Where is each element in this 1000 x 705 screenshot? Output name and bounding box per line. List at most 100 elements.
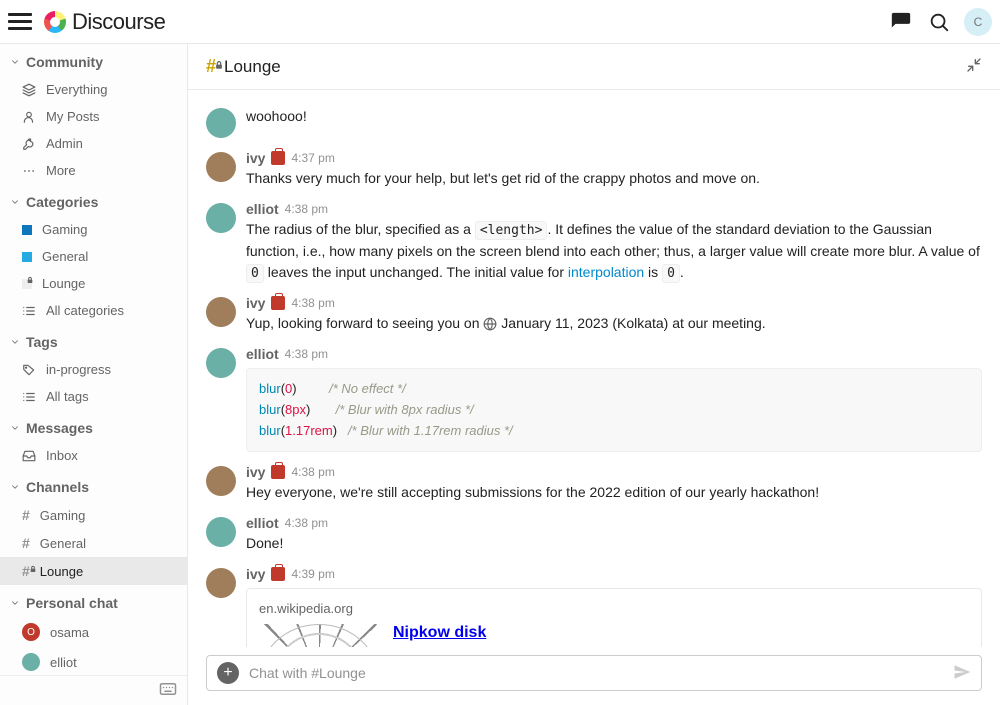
- sidebar-item-everything[interactable]: Everything: [0, 76, 187, 103]
- sidebar-all-categories[interactable]: All categories: [0, 297, 187, 324]
- text-part: is: [644, 264, 662, 280]
- sidebar-category-general[interactable]: General: [0, 243, 187, 270]
- sidebar-dm-osama[interactable]: O osama: [0, 617, 187, 647]
- current-user-avatar[interactable]: C: [964, 8, 992, 36]
- sidebar-channel-gaming[interactable]: # Gaming: [0, 501, 187, 529]
- section-channels[interactable]: Channels: [0, 469, 187, 501]
- message-header: ivy 4:39 pm: [246, 566, 982, 582]
- sidebar-channel-lounge[interactable]: # Lounge: [0, 557, 187, 585]
- section-title: Personal chat: [26, 595, 118, 611]
- chat-icon[interactable]: [888, 9, 914, 35]
- message-author[interactable]: elliot: [246, 201, 279, 217]
- text-part: .: [680, 264, 684, 280]
- message-author[interactable]: ivy: [246, 295, 265, 311]
- message-avatar[interactable]: [206, 348, 236, 378]
- message-text: The radius of the blur, specified as a <…: [246, 219, 982, 283]
- formatted-date[interactable]: January 11, 2023 (Kolkata): [501, 315, 668, 331]
- hash-lock-icon: #: [206, 56, 216, 77]
- composer-plus-button[interactable]: +: [217, 662, 239, 684]
- message-avatar[interactable]: [206, 203, 236, 233]
- sidebar-channel-general[interactable]: # General: [0, 529, 187, 557]
- message-author[interactable]: ivy: [246, 150, 265, 166]
- sidebar-item-more[interactable]: More: [0, 157, 187, 184]
- sidebar-category-gaming[interactable]: Gaming: [0, 216, 187, 243]
- message-avatar[interactable]: [206, 152, 236, 182]
- section-messages[interactable]: Messages: [0, 410, 187, 442]
- message-list[interactable]: woohooo! ivy 4:37 pm Thanks very much fo…: [188, 90, 1000, 647]
- message-body: elliot 4:38 pm The radius of the blur, s…: [246, 201, 982, 283]
- message-author[interactable]: elliot: [246, 346, 279, 362]
- brand-logo[interactable]: Discourse: [42, 9, 165, 35]
- chevron-down-icon: [10, 197, 20, 207]
- hamburger-menu-button[interactable]: [8, 9, 32, 34]
- sidebar-category-lounge[interactable]: Lounge: [0, 270, 187, 297]
- message-author[interactable]: elliot: [246, 515, 279, 531]
- code-block[interactable]: blur(0) /* No effect */ blur(8px) /* Blu…: [246, 368, 982, 452]
- list-icon: [22, 304, 36, 318]
- search-icon[interactable]: [926, 9, 952, 35]
- onebox-title[interactable]: Nipkow disk: [393, 624, 969, 642]
- chat-message[interactable]: ivy 4:39 pm en.wikipedia.org Nipkow disk: [206, 566, 982, 647]
- channel-title[interactable]: # Lounge: [206, 56, 281, 77]
- sidebar-item-my-posts[interactable]: My Posts: [0, 103, 187, 130]
- user-avatar: O: [22, 623, 40, 641]
- interpolation-link[interactable]: interpolation: [568, 264, 644, 280]
- keyboard-shortcuts-button[interactable]: [0, 675, 187, 705]
- section-categories[interactable]: Categories: [0, 184, 187, 216]
- message-avatar[interactable]: [206, 297, 236, 327]
- chat-message[interactable]: ivy 4:38 pm Hey everyone, we're still ac…: [206, 464, 982, 503]
- message-timestamp: 4:38 pm: [285, 516, 328, 530]
- message-timestamp: 4:37 pm: [291, 151, 334, 165]
- send-icon[interactable]: [953, 663, 971, 684]
- section-title: Categories: [26, 194, 98, 210]
- chat-message[interactable]: ivy 4:38 pm Yup, looking forward to seei…: [206, 295, 982, 334]
- section-community[interactable]: Community: [0, 44, 187, 76]
- collapse-icon[interactable]: [966, 57, 982, 76]
- chat-message[interactable]: elliot 4:38 pm blur(0) /* No effect */ b…: [206, 346, 982, 452]
- onebox-card[interactable]: en.wikipedia.org Nipkow disk A Nipkow di…: [246, 588, 982, 647]
- nav-label: Lounge: [42, 276, 85, 291]
- briefcase-icon: [271, 151, 285, 165]
- chat-message[interactable]: elliot 4:38 pm Done!: [206, 515, 982, 554]
- user-initial: C: [974, 15, 983, 29]
- code-comment: /* Blur with 1.17rem radius */: [348, 423, 513, 438]
- globe-icon: [483, 317, 497, 331]
- section-title: Messages: [26, 420, 93, 436]
- nav-label: in-progress: [46, 362, 111, 377]
- chat-message[interactable]: woohooo!: [206, 106, 982, 138]
- briefcase-icon: [271, 567, 285, 581]
- message-text: woohooo!: [246, 106, 982, 127]
- category-color-swatch: [22, 279, 32, 289]
- sidebar-all-tags[interactable]: All tags: [0, 383, 187, 410]
- sidebar-dm-elliot[interactable]: elliot: [0, 647, 187, 675]
- brand-name: Discourse: [72, 9, 165, 35]
- message-author[interactable]: ivy: [246, 566, 265, 582]
- tag-icon: [22, 363, 36, 377]
- onebox-title-link[interactable]: Nipkow disk: [393, 624, 486, 641]
- nav-label: General: [42, 249, 88, 264]
- message-author[interactable]: ivy: [246, 464, 265, 480]
- chat-message[interactable]: ivy 4:37 pm Thanks very much for your he…: [206, 150, 982, 189]
- sidebar-item-admin[interactable]: Admin: [0, 130, 187, 157]
- onebox-thumbnail: [259, 624, 379, 647]
- lock-icon: [26, 272, 34, 287]
- composer-input[interactable]: [249, 665, 943, 681]
- sidebar-scroll: Community Everything My Posts Admin: [0, 44, 187, 675]
- message-avatar[interactable]: [206, 568, 236, 598]
- chat-message[interactable]: elliot 4:38 pm The radius of the blur, s…: [206, 201, 982, 283]
- topbar-right: C: [888, 8, 992, 36]
- sidebar-item-inbox[interactable]: Inbox: [0, 442, 187, 469]
- message-timestamp: 4:39 pm: [291, 567, 334, 581]
- chevron-down-icon: [10, 423, 20, 433]
- message-avatar[interactable]: [206, 517, 236, 547]
- sidebar-tag-in-progress[interactable]: in-progress: [0, 356, 187, 383]
- ellipsis-icon: [22, 164, 36, 178]
- section-personal-chat[interactable]: Personal chat: [0, 585, 187, 617]
- onebox-site: en.wikipedia.org: [259, 601, 969, 616]
- code-comment: /* Blur with 8px radius */: [336, 402, 474, 417]
- message-avatar[interactable]: [206, 466, 236, 496]
- nav-label: Gaming: [40, 508, 86, 523]
- message-avatar[interactable]: [206, 108, 236, 138]
- section-tags[interactable]: Tags: [0, 324, 187, 356]
- chevron-down-icon: [10, 598, 20, 608]
